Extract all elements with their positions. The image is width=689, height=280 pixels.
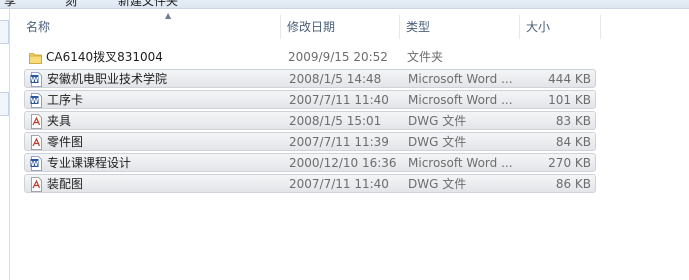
navigation-pane[interactable] (0, 9, 10, 280)
column-header-name[interactable]: 名称 (20, 13, 281, 41)
column-header-size-label: 大小 (526, 20, 551, 34)
file-name: 装配图 (47, 177, 84, 191)
file-size: 84 KB (555, 135, 591, 149)
file-name: 工序卡 (47, 93, 84, 107)
file-modified-date: 2008/1/5 14:48 (289, 72, 382, 86)
file-row[interactable]: 夹具 2008/1/5 15:01 DWG 文件 83 KB (24, 111, 596, 130)
file-modified-date: 2007/7/11 11:40 (289, 93, 389, 107)
toolbar-share-button[interactable]: 享 (4, 0, 16, 8)
file-type: 文件夹 (407, 50, 444, 64)
file-type: Microsoft Word ... (408, 156, 513, 170)
explorer-toolbar: 享 刻 新建文件夹 (0, 0, 689, 9)
file-name: 零件图 (47, 135, 84, 149)
file-row[interactable]: W 安徽机电职业技术学院 2008/1/5 14:48 Microsoft Word … (24, 69, 596, 88)
file-size: 444 KB (548, 72, 591, 86)
file-name: 夹具 (47, 114, 72, 128)
file-name: 专业课课程设计 (47, 156, 132, 170)
file-type: Microsoft Word ... (408, 93, 513, 107)
file-modified-date: 2007/7/11 11:40 (289, 177, 389, 191)
file-modified-date: 2007/7/11 11:39 (289, 135, 389, 149)
file-type: DWG 文件 (408, 114, 467, 128)
svg-text:W: W (31, 76, 39, 84)
file-size: 270 KB (548, 156, 591, 170)
file-row[interactable]: W 工序卡 2007/7/11 11:40 Microsoft Word ... 101… (24, 90, 596, 109)
column-header-date-label: 修改日期 (287, 20, 336, 34)
column-header-date[interactable]: 修改日期 (281, 13, 400, 41)
file-type: DWG 文件 (408, 177, 467, 191)
column-header-size[interactable]: 大小 (520, 13, 601, 41)
column-header-row: ▲ 名称 修改日期 类型 大小 (20, 11, 689, 41)
file-type: DWG 文件 (408, 135, 467, 149)
toolbar-new-folder-button[interactable]: 新建文件夹 (118, 0, 178, 8)
file-name: 安徽机电职业技术学院 (47, 72, 168, 86)
file-row[interactable]: 装配图 2007/7/11 11:40 DWG 文件 86 KB (24, 174, 596, 193)
file-row[interactable]: CA6140拨叉831004 2009/9/15 20:52 文件夹 (24, 48, 596, 67)
file-row[interactable]: W 专业课课程设计 2000/12/10 16:36 Microsoft Word .… (24, 153, 596, 172)
column-header-type[interactable]: 类型 (400, 13, 520, 41)
column-header-name-label: 名称 (26, 20, 51, 34)
column-header-type-label: 类型 (406, 20, 431, 34)
toolbar-burn-button[interactable]: 刻 (65, 0, 77, 8)
file-size: 101 KB (548, 93, 591, 107)
file-size: 86 KB (555, 177, 591, 191)
svg-text:W: W (31, 97, 39, 105)
file-modified-date: 2008/1/5 15:01 (289, 114, 382, 128)
file-modified-date: 2000/12/10 16:36 (289, 156, 397, 170)
file-name: CA6140拨叉831004 (46, 50, 163, 64)
file-row[interactable]: 零件图 2007/7/11 11:39 DWG 文件 84 KB (24, 132, 596, 151)
file-type: Microsoft Word ... (408, 72, 513, 86)
nav-pane-item[interactable] (0, 92, 9, 116)
svg-text:W: W (31, 160, 39, 168)
file-size: 83 KB (555, 114, 591, 128)
nav-pane-item[interactable] (0, 20, 9, 44)
file-modified-date: 2009/9/15 20:52 (288, 50, 388, 64)
